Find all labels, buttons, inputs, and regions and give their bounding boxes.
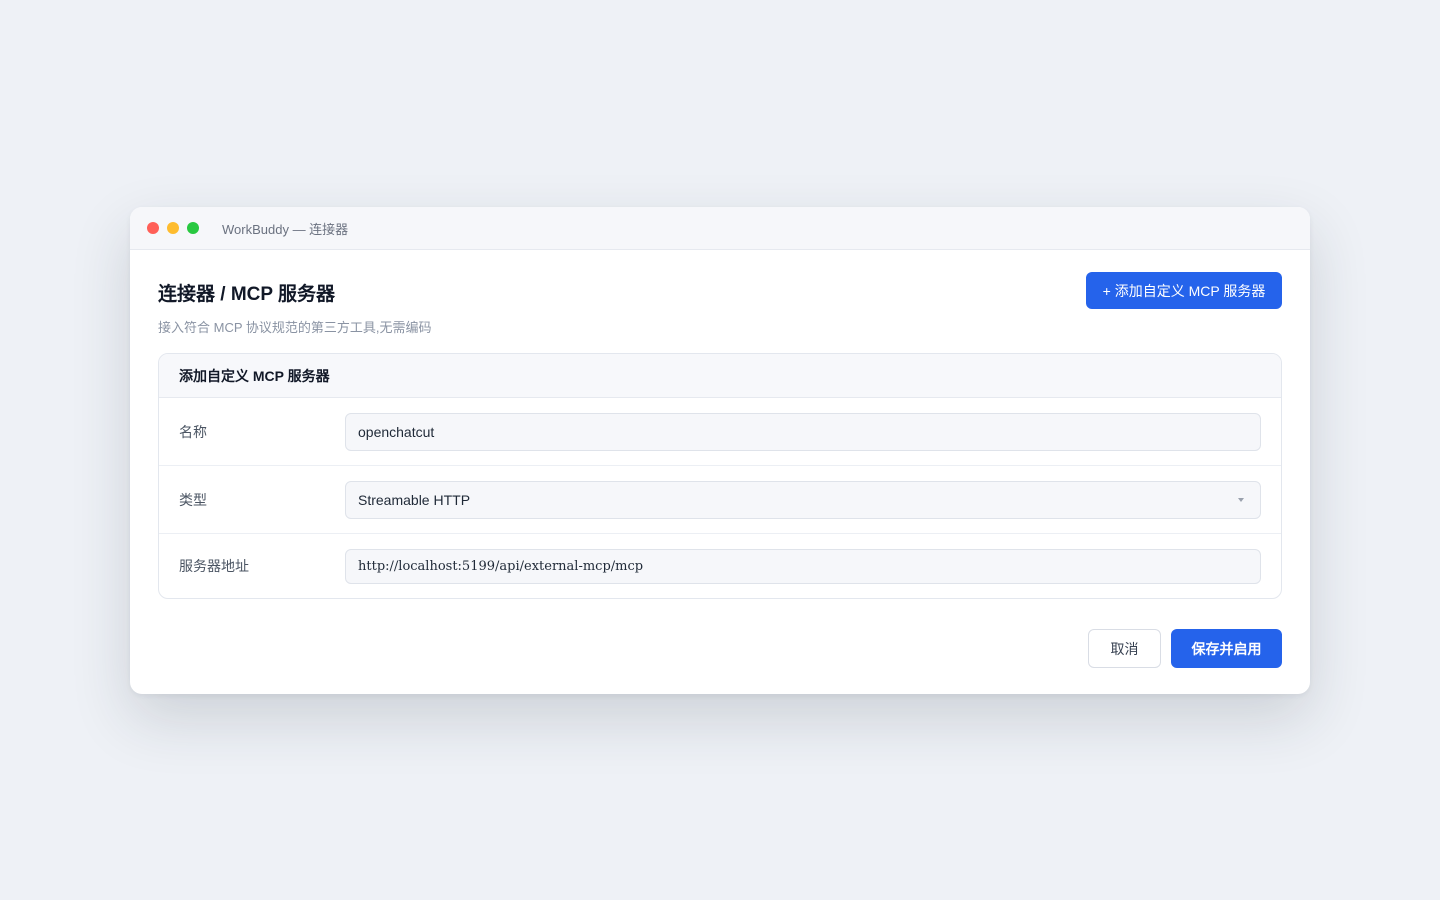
page-header: 连接器 / MCP 服务器 接入符合 MCP 协议规范的第三方工具,无需编码 +…: [158, 250, 1282, 353]
add-server-form-card: 添加自定义 MCP 服务器 名称 openchatcut 类型 Streamab…: [158, 353, 1282, 599]
minimize-window-button[interactable]: [167, 222, 179, 234]
close-window-button[interactable]: [147, 222, 159, 234]
form-card-title: 添加自定义 MCP 服务器: [159, 354, 1281, 398]
page-subtitle: 接入符合 MCP 协议规范的第三方工具,无需编码: [158, 320, 432, 335]
app-window: WorkBuddy — 连接器 连接器 / MCP 服务器 接入符合 MCP 协…: [130, 207, 1310, 694]
window-title: WorkBuddy — 连接器: [222, 221, 349, 237]
form-row-type: 类型 Streamable HTTP: [159, 466, 1281, 534]
type-select-value: Streamable HTTP: [358, 491, 471, 508]
name-label: 名称: [179, 423, 207, 440]
cancel-button[interactable]: 取消: [1088, 629, 1161, 668]
url-label: 服务器地址: [179, 558, 249, 574]
server-url-value: http://localhost:5199/api/external-mcp/m…: [358, 558, 644, 574]
form-row-url: 服务器地址 http://localhost:5199/api/external…: [159, 534, 1281, 598]
zoom-window-button[interactable]: [187, 222, 199, 234]
main-content: 连接器 / MCP 服务器 接入符合 MCP 协议规范的第三方工具,无需编码 +…: [130, 250, 1310, 599]
title-bar: WorkBuddy — 连接器: [130, 207, 1310, 250]
form-footer: 取消 保存并启用: [1088, 629, 1282, 668]
name-input[interactable]: openchatcut: [345, 412, 1261, 451]
type-label: 类型: [179, 491, 207, 508]
form-row-name: 名称 openchatcut: [159, 398, 1281, 466]
type-select[interactable]: Streamable HTTP: [345, 480, 1261, 519]
save-and-enable-button[interactable]: 保存并启用: [1171, 629, 1282, 668]
chevron-down-icon: [1238, 497, 1244, 502]
name-input-value: openchatcut: [358, 423, 435, 440]
server-url-input[interactable]: http://localhost:5199/api/external-mcp/m…: [345, 548, 1261, 584]
add-custom-mcp-server-button[interactable]: + 添加自定义 MCP 服务器: [1086, 272, 1282, 309]
page-title: 连接器 / MCP 服务器: [158, 284, 335, 305]
